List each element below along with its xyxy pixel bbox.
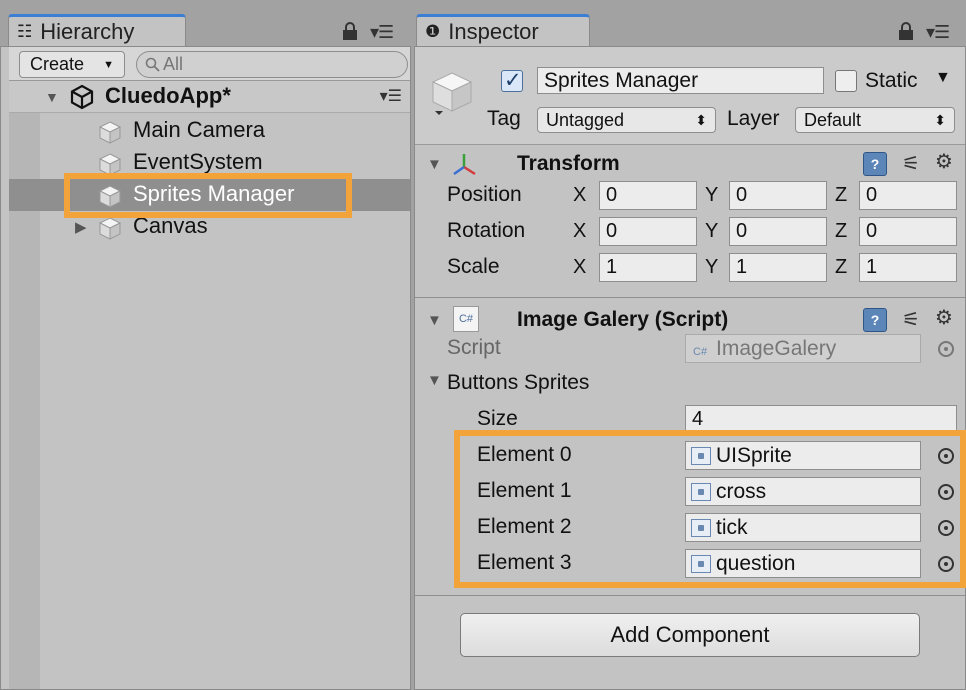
panel-menu-icon[interactable]: ▾☰ — [926, 22, 950, 43]
expand-arrow-icon[interactable]: ▶ — [75, 218, 87, 236]
y-axis-label: Y — [705, 220, 719, 242]
static-checkbox[interactable] — [835, 70, 857, 92]
panel-menu-icon[interactable]: ▾☰ — [370, 22, 394, 43]
active-checkbox[interactable] — [501, 68, 523, 93]
preset-icon[interactable]: ⚟ — [902, 307, 920, 332]
z-axis-label: Z — [835, 256, 848, 278]
static-label: Static — [865, 69, 918, 92]
y-axis-label: Y — [705, 184, 719, 206]
size-label: Size — [477, 407, 518, 430]
elements-highlight-box — [454, 430, 966, 588]
hierarchy-item-main-camera[interactable]: Main Camera — [9, 115, 410, 147]
dropdown-arrows-icon: ⬍ — [934, 112, 946, 128]
collapse-arrow-icon[interactable]: ▼ — [45, 89, 59, 105]
help-icon[interactable]: ? — [863, 152, 887, 176]
buttons-sprites-label: Buttons Sprites — [447, 371, 590, 394]
dropdown-arrows-icon: ⬍ — [695, 112, 707, 128]
position-z-field[interactable]: 0 — [859, 181, 957, 210]
layer-dropdown[interactable]: Default ⬍ — [795, 107, 955, 133]
collapse-arrow-icon[interactable]: ▼ — [427, 312, 442, 329]
hierarchy-tabbar: ☷ Hierarchy ▾☰ — [0, 0, 411, 47]
position-x-field[interactable]: 0 — [599, 181, 697, 210]
gameobject-cube-icon — [98, 121, 122, 144]
hierarchy-panel: ☷ Hierarchy ▾☰ Create ▼ All ▼ CluedoApp*… — [0, 0, 411, 690]
lock-icon[interactable] — [342, 22, 358, 40]
rotation-y-field[interactable]: 0 — [729, 217, 827, 246]
position-y-field[interactable]: 0 — [729, 181, 827, 210]
unity-logo-icon — [70, 84, 94, 110]
inspector-panel: ❶ Inspector ▾☰ Sprites Manager Static ▼ … — [414, 0, 966, 690]
tag-dropdown-value: Untagged — [546, 110, 625, 130]
info-icon: ❶ — [425, 22, 441, 41]
tag-label: Tag — [487, 107, 521, 130]
search-icon — [145, 57, 160, 72]
preset-icon[interactable]: ⚟ — [902, 151, 920, 176]
gameobject-cube-icon — [431, 72, 473, 115]
object-picker-icon — [938, 341, 954, 357]
script-field: C# ImageGalery — [685, 334, 921, 363]
csharp-script-icon: C# — [693, 346, 708, 358]
gear-icon[interactable]: ⚙ — [935, 149, 953, 174]
tab-inspector-label: Inspector — [448, 19, 539, 44]
z-axis-label: Z — [835, 184, 848, 206]
script-component-header[interactable]: ▼ C# Image Galery (Script) ? ⚟ ⚙ — [415, 305, 965, 337]
scale-label: Scale — [447, 255, 500, 278]
hierarchy-search-input[interactable]: All — [136, 51, 408, 78]
create-button-label: Create — [30, 54, 85, 74]
dropdown-caret-icon: ▼ — [103, 59, 114, 71]
x-axis-label: X — [573, 184, 587, 206]
hierarchy-content: Create ▼ All ▼ CluedoApp* ▾☰ Main Camera… — [0, 46, 411, 690]
component-divider — [415, 595, 965, 596]
y-axis-label: Y — [705, 256, 719, 278]
lock-icon[interactable] — [898, 22, 914, 40]
script-component-title: Image Galery (Script) — [517, 308, 729, 331]
script-label: Script — [447, 336, 501, 359]
z-axis-label: Z — [835, 220, 848, 242]
scene-menu-icon[interactable]: ▾☰ — [380, 86, 402, 106]
gear-icon[interactable]: ⚙ — [935, 305, 953, 330]
help-icon[interactable]: ? — [863, 308, 887, 332]
object-name-input[interactable]: Sprites Manager — [537, 67, 824, 94]
csharp-script-icon: C# — [453, 306, 479, 332]
rotation-x-field[interactable]: 0 — [599, 217, 697, 246]
list-icon: ☷ — [17, 22, 33, 41]
tab-inspector[interactable]: ❶ Inspector — [416, 14, 590, 47]
tag-dropdown[interactable]: Untagged ⬍ — [537, 107, 716, 133]
layer-label: Layer — [727, 107, 780, 130]
scene-name: CluedoApp* — [105, 83, 231, 108]
create-button[interactable]: Create ▼ — [19, 51, 125, 78]
hierarchy-item-label: Main Camera — [133, 117, 266, 142]
static-dropdown-icon[interactable]: ▼ — [935, 69, 951, 87]
scale-y-field[interactable]: 1 — [729, 253, 827, 282]
x-axis-label: X — [573, 256, 587, 278]
scale-z-field[interactable]: 1 — [859, 253, 957, 282]
script-field-value: ImageGalery — [716, 337, 837, 360]
scale-x-field[interactable]: 1 — [599, 253, 697, 282]
scene-row[interactable]: ▼ CluedoApp* ▾☰ — [9, 81, 410, 113]
hierarchy-toolbar: Create ▼ All — [9, 47, 410, 81]
position-label: Position — [447, 183, 522, 206]
gameobject-cube-icon — [98, 217, 122, 240]
collapse-arrow-icon[interactable]: ▼ — [427, 156, 442, 173]
inspector-tabbar: ❶ Inspector ▾☰ — [414, 0, 966, 47]
selection-highlight-box — [64, 173, 352, 218]
gameobject-header: Sprites Manager Static ▼ Tag Untagged ⬍ … — [415, 47, 965, 145]
rotation-z-field[interactable]: 0 — [859, 217, 957, 246]
tab-hierarchy-label: Hierarchy — [40, 19, 135, 44]
x-axis-label: X — [573, 220, 587, 242]
search-placeholder: All — [163, 54, 184, 74]
rotation-label: Rotation — [447, 219, 526, 242]
component-divider — [415, 297, 965, 298]
layer-dropdown-value: Default — [804, 110, 862, 130]
transform-axes-icon — [453, 154, 476, 176]
transform-header[interactable]: ▼ Transform ? ⚟ ⚙ — [415, 149, 965, 181]
collapse-arrow-icon[interactable]: ▼ — [427, 372, 442, 389]
hierarchy-item-label: EventSystem — [133, 149, 263, 174]
add-component-button[interactable]: Add Component — [460, 613, 920, 657]
inspector-content: Sprites Manager Static ▼ Tag Untagged ⬍ … — [414, 46, 966, 690]
tab-hierarchy[interactable]: ☷ Hierarchy — [8, 14, 186, 47]
transform-title: Transform — [517, 152, 620, 175]
